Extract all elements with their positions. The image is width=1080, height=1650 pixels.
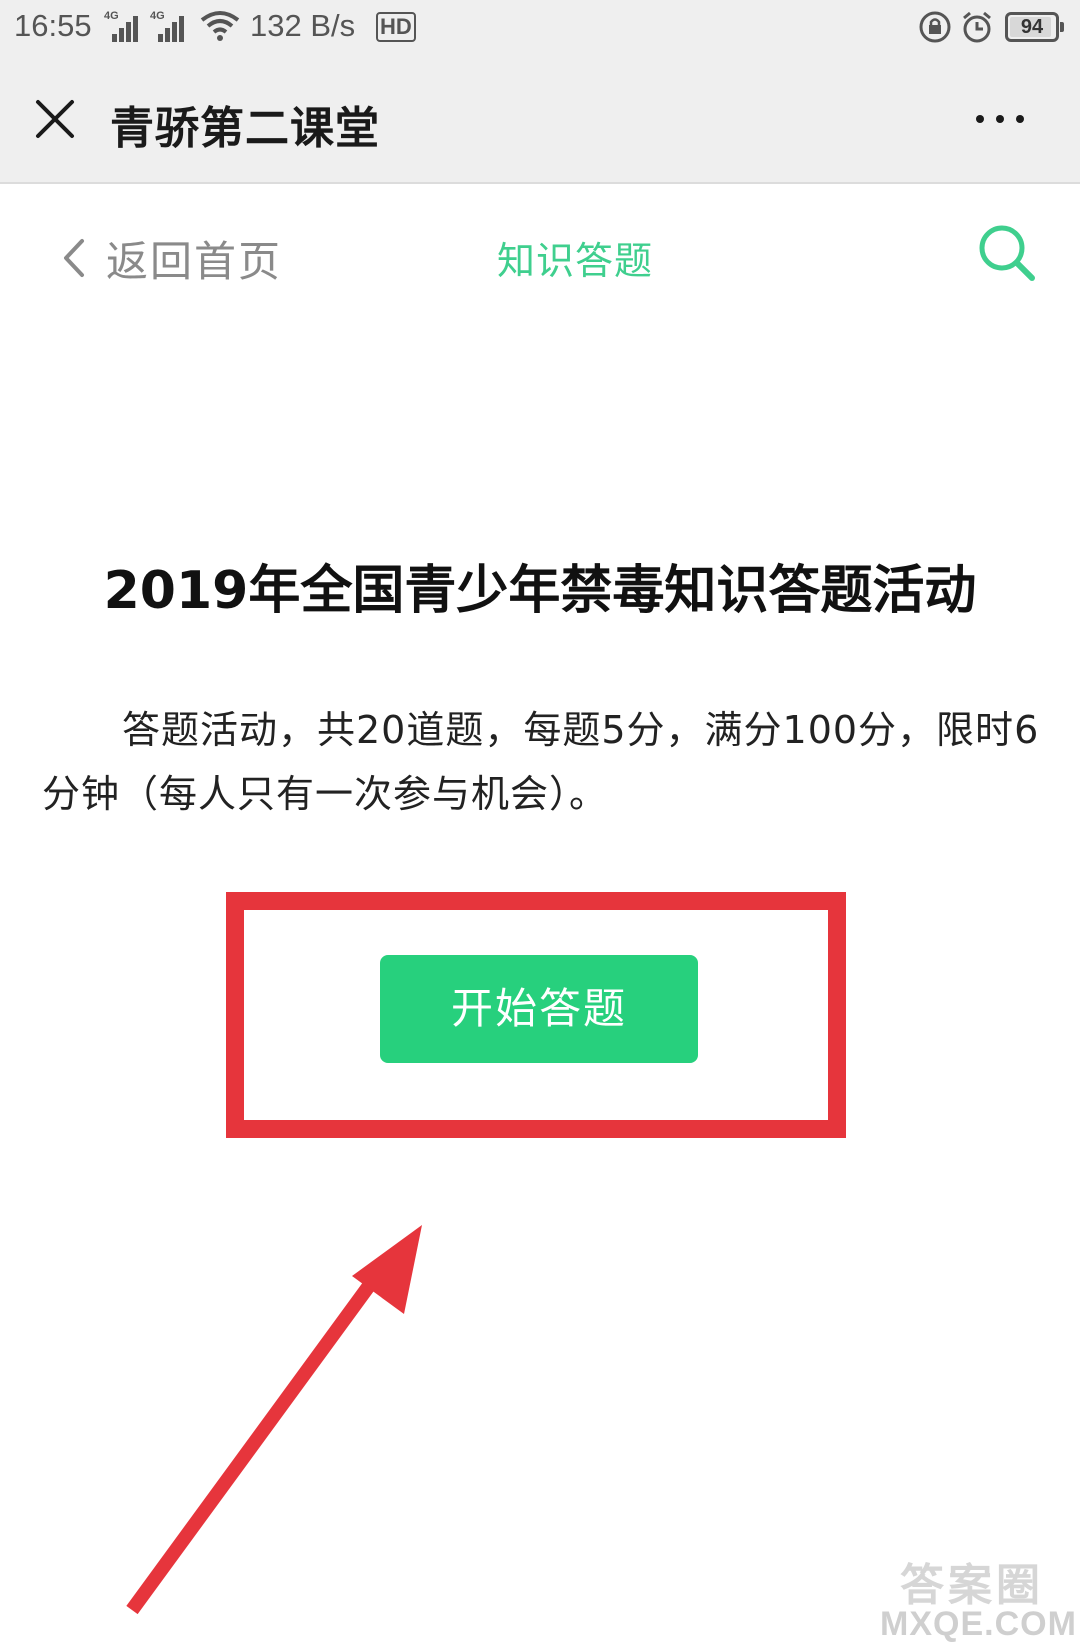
battery-level: 94 xyxy=(1020,16,1044,38)
network-speed: 132 B/s xyxy=(250,8,356,43)
more-icon[interactable] xyxy=(970,104,1030,134)
rotation-lock-icon xyxy=(919,11,951,43)
status-bar: 16:55 4G 4G 132 B/s HD 94 xyxy=(0,0,1080,54)
title-bar: 青骄第二课堂 xyxy=(0,54,1080,184)
start-quiz-button[interactable]: 开始答题 xyxy=(380,955,698,1063)
close-icon[interactable] xyxy=(30,94,80,144)
quiz-description: 答题活动，共20道题，每题5分，满分100分，限时6分钟（每人只有一次参与机会）… xyxy=(42,708,1040,816)
signal-icon: 4G xyxy=(150,10,190,42)
page-title: 知识答题 xyxy=(496,239,653,283)
back-to-home-link[interactable]: 返回首页 xyxy=(62,228,282,288)
back-label: 返回首页 xyxy=(106,236,283,286)
app-title: 青骄第二课堂 xyxy=(110,103,380,154)
hd-icon: HD xyxy=(376,12,416,42)
wifi-icon xyxy=(200,11,240,41)
network-type-label: 4G xyxy=(150,10,165,22)
quiz-heading: 2019年全国青少年禁毒知识答题活动 xyxy=(103,561,977,621)
alarm-icon xyxy=(963,11,991,43)
watermark: 答案圈 MXQE.COM xyxy=(880,1545,1077,1645)
page-nav: 返回首页 知识答题 xyxy=(0,184,1080,324)
watermark-logo: 答案圈 xyxy=(900,1560,1044,1611)
chevron-left-icon xyxy=(64,239,84,277)
search-icon[interactable] xyxy=(976,222,1038,284)
network-type-label: 4G xyxy=(104,10,119,22)
battery-icon: 94 xyxy=(1005,12,1064,42)
status-time: 16:55 xyxy=(14,8,92,43)
watermark-domain: MXQE.COM xyxy=(880,1605,1077,1643)
signal-icon: 4G xyxy=(104,10,144,42)
